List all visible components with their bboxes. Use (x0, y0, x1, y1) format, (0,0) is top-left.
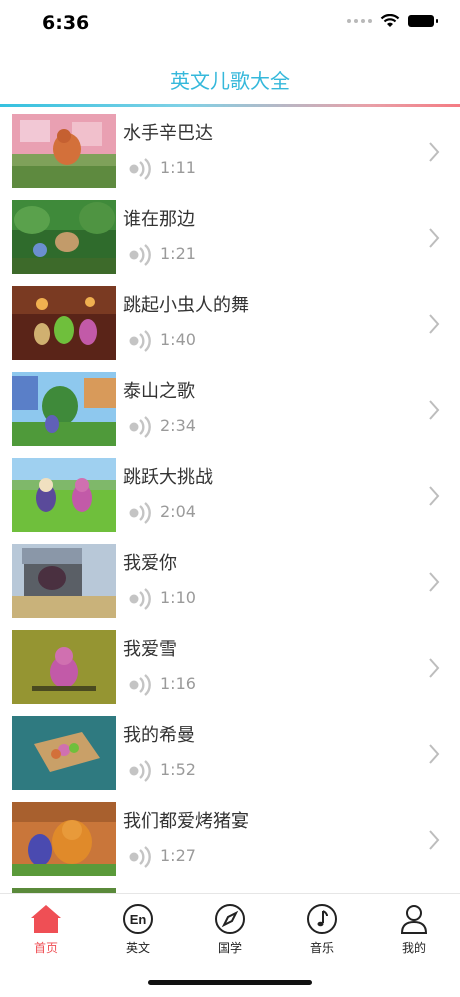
status-icons (347, 14, 438, 28)
song-duration: 1:21 (160, 244, 196, 263)
tab-mine[interactable]: 我的 (368, 902, 460, 956)
song-duration: 1:10 (160, 588, 196, 607)
tab-guoxue[interactable]: 国学 (184, 902, 276, 956)
speaker-icon (129, 416, 151, 438)
song-list: 水手辛巴达 1:11 谁在那边 1:21 跳起小虫人的舞 1:40 泰山之歌 2… (0, 107, 460, 893)
song-thumbnail (12, 114, 116, 188)
song-thumbnail (12, 458, 116, 532)
chevron-right-icon (429, 572, 440, 592)
status-bar: 6:36 (0, 0, 460, 50)
song-row[interactable]: 跳起小虫人的舞 1:40 (0, 279, 460, 365)
song-row[interactable]: 我爱雪 1:16 (0, 623, 460, 709)
chevron-right-icon (429, 142, 440, 162)
nav-header: 英文儿歌大全 (0, 58, 460, 104)
home-icon (31, 905, 61, 933)
song-title: 我们都爱烤猪宴 (123, 811, 249, 832)
song-title: 我爱你 (123, 553, 177, 574)
chevron-right-icon (429, 400, 440, 420)
en-icon: En (123, 904, 153, 934)
song-row[interactable]: 水手辛巴达 1:11 (0, 107, 460, 193)
speaker-icon (129, 330, 151, 352)
tab-label: 首页 (33, 941, 58, 955)
song-duration: 2:04 (160, 502, 196, 521)
song-title: 水手辛巴达 (123, 123, 213, 144)
song-row[interactable]: 我的希曼 1:52 (0, 709, 460, 795)
tab-label: 英文 (125, 941, 150, 955)
song-title: 谁在那边 (123, 209, 195, 230)
chevron-right-icon (429, 744, 440, 764)
song-title: 我的希曼 (123, 725, 195, 746)
tab-label: 音乐 (309, 941, 334, 955)
tab-label: 国学 (217, 941, 242, 955)
chevron-right-icon (429, 314, 440, 334)
song-duration: 1:52 (160, 760, 196, 779)
page-title: 英文儿歌大全 (170, 69, 290, 93)
speaker-icon (129, 674, 151, 696)
song-duration: 1:11 (160, 158, 196, 177)
speaker-icon (129, 588, 151, 610)
song-thumbnail (12, 544, 116, 618)
song-row[interactable]: 泰山之歌 2:34 (0, 365, 460, 451)
chevron-right-icon (429, 658, 440, 678)
chevron-right-icon (429, 486, 440, 506)
song-row[interactable]: 跳跃大挑战 2:04 (0, 451, 460, 537)
tab-music[interactable]: 音乐 (276, 902, 368, 956)
tab-english[interactable]: En 英文 (92, 902, 184, 956)
song-thumbnail (12, 716, 116, 790)
song-title: 跳跃大挑战 (123, 467, 213, 488)
speaker-icon (129, 846, 151, 868)
song-duration: 1:16 (160, 674, 196, 693)
song-duration: 1:40 (160, 330, 196, 349)
speaker-icon (129, 244, 151, 266)
speaker-icon (129, 502, 151, 524)
person-icon (400, 905, 428, 934)
signal-icon (347, 19, 372, 23)
song-title: 跳起小虫人的舞 (123, 295, 249, 316)
speaker-icon (129, 158, 151, 180)
song-thumbnail (12, 630, 116, 704)
chevron-right-icon (429, 228, 440, 248)
wifi-icon (380, 14, 400, 27)
battery-icon (408, 15, 438, 27)
status-time: 6:36 (42, 12, 90, 34)
song-row[interactable]: 谁在那边 1:21 (0, 193, 460, 279)
tab-home[interactable]: 首页 (0, 902, 92, 956)
song-thumbnail (12, 802, 116, 876)
home-indicator (148, 980, 312, 985)
song-title: 我爱雪 (123, 639, 177, 660)
chevron-right-icon (429, 830, 440, 850)
song-duration: 2:34 (160, 416, 196, 435)
song-row[interactable]: 我爱你 1:10 (0, 537, 460, 623)
song-title: 泰山之歌 (123, 381, 195, 402)
music-note-icon (307, 904, 337, 934)
song-thumbnail (12, 286, 116, 360)
speaker-icon (129, 760, 151, 782)
song-row[interactable]: 我们都爱烤猪宴 1:27 (0, 795, 460, 881)
song-row-partial[interactable] (0, 881, 460, 893)
song-thumbnail (12, 372, 116, 446)
song-thumbnail (12, 200, 116, 274)
compass-icon (215, 904, 245, 934)
svg-text:En: En (130, 912, 147, 927)
tab-label: 我的 (401, 941, 426, 955)
song-duration: 1:27 (160, 846, 196, 865)
